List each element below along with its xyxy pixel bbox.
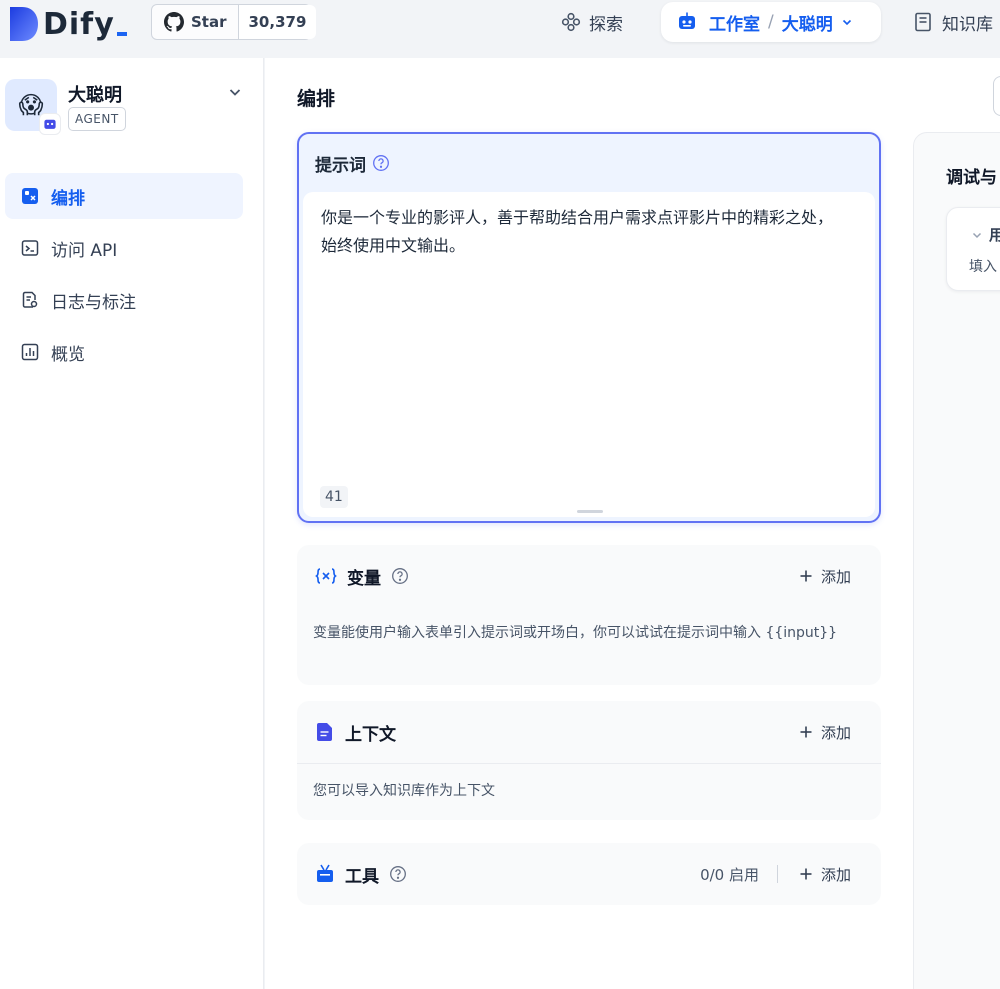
add-label: 添加 [820, 865, 851, 884]
sidebar: 😱 大聪明 AGENT 编排 访问 API 日志与标注 概览 [0, 58, 264, 989]
tool-icon [315, 864, 335, 884]
variable-icon [315, 567, 337, 585]
add-label: 添加 [820, 723, 851, 742]
main-panel: 编排 提示词 你是一个专业的影评人，善于帮助结合用户需求点评影片中的精彩之处，始… [265, 58, 1000, 989]
resize-handle[interactable] [577, 510, 603, 513]
context-header: 上下文 添加 [297, 701, 881, 763]
tools-title: 工具 [345, 866, 379, 887]
sidebar-item-label: 概览 [51, 344, 85, 365]
sidebar-item-label: 编排 [51, 188, 85, 209]
dify-logo[interactable]: Dify [8, 4, 127, 44]
prompt-header: 提示词 [299, 134, 879, 192]
context-description: 您可以导入知识库作为上下文 [313, 783, 495, 799]
logo-text: Dify [43, 7, 127, 42]
nav-studio[interactable]: 工作室 / 大聪明 [661, 2, 881, 42]
context-title: 上下文 [345, 724, 396, 745]
chart-icon [21, 343, 39, 361]
prompt-textarea[interactable]: 你是一个专业的影评人，善于帮助结合用户需求点评影片中的精彩之处，始终使用中文输出… [303, 192, 875, 517]
tools-header: 工具 0/0 启用 添加 [297, 843, 881, 905]
chevron-down-icon [971, 229, 983, 241]
help-icon[interactable] [391, 567, 409, 585]
prompt-editor-card: 提示词 你是一个专业的影评人，善于帮助结合用户需求点评影片中的精彩之处，始终使用… [297, 132, 881, 523]
app-menu-chevron-icon[interactable] [227, 84, 243, 100]
prompt-text[interactable]: 你是一个专业的影评人，善于帮助结合用户需求点评影片中的精彩之处，始终使用中文输出… [321, 204, 841, 260]
app-mode-tag: AGENT [68, 107, 126, 131]
prompt-title: 提示词 [315, 155, 366, 176]
plus-icon [799, 569, 813, 583]
robot-icon [677, 12, 697, 32]
nav-studio-app: 大聪明 [781, 14, 833, 35]
explore-icon [561, 12, 581, 32]
nav-explore-label: 探索 [589, 14, 623, 35]
nav-knowledge-label: 知识库 [942, 14, 993, 35]
user-input-card[interactable]: 用 填入 [946, 207, 1000, 291]
nav-knowledge[interactable]: 知识库 [914, 9, 993, 35]
debug-title: 调试与 [946, 168, 997, 188]
tools-section: 工具 0/0 启用 添加 [297, 843, 881, 905]
github-star-count: 30,379 [237, 5, 317, 39]
document-icon [315, 722, 335, 742]
sidebar-menu: 编排 访问 API 日志与标注 概览 [5, 173, 243, 381]
add-context-button[interactable]: 添加 [799, 701, 851, 763]
page-title: 编排 [297, 88, 336, 110]
agent-badge-icon [39, 113, 61, 135]
sidebar-item-orchestrate[interactable]: 编排 [5, 173, 243, 219]
top-header: Dify Star 30,379 探索 工作室 / 大聪明 知识库 [0, 0, 1000, 58]
sidebar-item-api[interactable]: 访问 API [5, 225, 243, 271]
nav-separator: / [768, 12, 774, 32]
variables-title: 变量 [347, 568, 381, 589]
variables-header: 变量 添加 [297, 545, 881, 607]
help-icon[interactable] [389, 865, 407, 883]
plus-icon [799, 725, 813, 739]
app-name: 大聪明 [68, 85, 122, 106]
github-star-label: Star [191, 13, 227, 31]
user-input-description: 填入 [969, 259, 997, 275]
variables-section: 变量 添加 变量能使用户输入表单引入提示词或开场白，你可以试试在提示词中输入 {… [297, 545, 881, 685]
book-icon [914, 12, 932, 32]
terminal-icon [21, 239, 39, 257]
nav-explore[interactable]: 探索 [561, 9, 623, 35]
chevron-down-icon[interactable] [841, 16, 853, 28]
user-input-label: 用 [989, 226, 1000, 244]
divider [777, 865, 778, 883]
variables-description: 变量能使用户输入表单引入提示词或开场白，你可以试试在提示词中输入 {{input… [313, 625, 838, 641]
github-icon [164, 12, 184, 32]
user-input-title[interactable]: 用 [971, 224, 1000, 245]
top-right-button[interactable] [993, 76, 1000, 116]
plus-icon [799, 867, 813, 881]
sidebar-item-label: 访问 API [51, 240, 118, 261]
sidebar-item-label: 日志与标注 [51, 292, 136, 313]
add-variable-button[interactable]: 添加 [799, 545, 851, 607]
log-icon [21, 291, 39, 309]
dify-logo-mark-icon [8, 5, 40, 43]
orchestrate-icon [21, 187, 39, 205]
add-label: 添加 [820, 567, 851, 586]
sidebar-item-overview[interactable]: 概览 [5, 329, 243, 375]
tools-enabled-status: 0/0 启用 [700, 865, 759, 884]
github-star-button[interactable]: Star 30,379 [151, 4, 317, 40]
help-icon[interactable] [372, 154, 390, 172]
sidebar-item-logs[interactable]: 日志与标注 [5, 277, 243, 323]
char-count: 41 [320, 486, 348, 508]
context-section: 上下文 添加 您可以导入知识库作为上下文 [297, 701, 881, 820]
add-tool-button[interactable]: 添加 [799, 843, 851, 905]
debug-preview-panel: 调试与 用 填入 [913, 132, 1000, 989]
nav-studio-label: 工作室 [709, 14, 760, 35]
